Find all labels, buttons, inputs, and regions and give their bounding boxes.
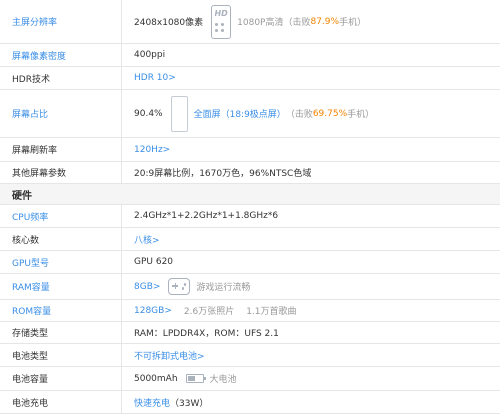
storage-value: RAM：LPDDR4X，ROM：UFS 2.1	[121, 322, 500, 343]
section-hardware: 硬件	[0, 184, 500, 205]
battery-capacity-label: 电池容量	[12, 375, 49, 385]
gpu-value: GPU 620	[121, 251, 500, 273]
battery-type-value[interactable]: 不可拆卸式电池>	[121, 344, 500, 366]
ram-note: 游戏运行流畅	[196, 283, 251, 293]
ratio-note-suffix: 手机）	[347, 110, 375, 120]
row-battery-capacity: 电池容量 5000mAh 大电池	[0, 367, 500, 391]
row-battery-type: 电池类型 不可拆卸式电池>	[0, 344, 500, 367]
resolution-note-prefix: 1080P高清（击败	[237, 18, 311, 28]
charging-value-cell: 快速充电 （33W）	[121, 391, 500, 413]
hdr-value[interactable]: HDR 10>	[121, 67, 500, 89]
row-refresh: 屏幕刷新率 120Hz>	[0, 138, 500, 162]
rom-value[interactable]: 128GB>	[134, 306, 172, 316]
refresh-value[interactable]: 120Hz>	[121, 138, 500, 161]
battery-capacity-note: 大电池	[209, 375, 237, 385]
row-cores: 核心数 八核>	[0, 228, 500, 251]
row-charging: 电池充电 快速充电 （33W）	[0, 391, 500, 414]
battery-icon	[185, 374, 206, 383]
resolution-note-suffix: 手机）	[339, 18, 367, 28]
row-screen-ratio: 屏幕占比 90.4% 全面屏（18:9极点屏） （击败 69.75% 手机）	[0, 90, 500, 138]
charging-value[interactable]: 快速充电	[134, 396, 170, 409]
storage-label: 存储类型	[12, 329, 49, 339]
row-rom: ROM容量 128GB> 2.6万张照片 1.1万首歌曲	[0, 300, 500, 322]
battery-capacity-value: 5000mAh	[134, 373, 178, 384]
hdr-label: HDR技术	[12, 74, 50, 85]
charging-value-suffix: （33W）	[170, 398, 209, 409]
row-cpu-freq: CPU频率 2.4GHz*1+2.2GHz*1+1.8GHz*6	[0, 205, 500, 228]
ram-value[interactable]: 8GB>	[134, 282, 160, 292]
gamepad-icon	[168, 278, 191, 295]
resolution-label[interactable]: 主屏分辨率	[0, 0, 121, 43]
rom-value-cell: 128GB> 2.6万张照片 1.1万首歌曲	[121, 300, 500, 321]
ram-value-cell: 8GB> 游戏运行流畅	[121, 274, 500, 299]
hd-icon-text: HD	[214, 8, 228, 18]
rom-note-songs: 1.1万首歌曲	[246, 307, 297, 317]
ratio-value-cell: 90.4% 全面屏（18:9极点屏） （击败 69.75% 手机）	[121, 90, 500, 137]
row-hdr: HDR技术 HDR 10>	[0, 67, 500, 90]
row-ram: RAM容量 8GB> 游戏运行流畅	[0, 274, 500, 300]
cores-label: 核心数	[12, 235, 40, 246]
row-storage-type: 存储类型 RAM：LPDDR4X，ROM：UFS 2.1	[0, 322, 500, 344]
resolution-value: 2408x1080像素	[134, 18, 204, 28]
cpu-freq-value: 2.4GHz*1+2.2GHz*1+1.8GHz*6	[121, 205, 500, 227]
other-label: 其他屏幕参数	[12, 169, 67, 179]
charging-label: 电池充电	[12, 398, 49, 409]
density-label[interactable]: 屏幕像素密度	[0, 44, 121, 66]
fullscreen-phone-icon	[170, 95, 188, 132]
other-value: 20:9屏幕比例，1670万色，96%NTSC色域	[121, 162, 500, 183]
resolution-value-cell: 2408x1080像素 HD 1080P高清（击败 87.9% 手机）	[121, 0, 500, 43]
resolution-note-percent: 87.9%	[310, 16, 340, 27]
ratio-note-link[interactable]: 全面屏（18:9极点屏）	[194, 107, 286, 120]
hd-phone-icon: HD	[211, 4, 232, 39]
ram-label[interactable]: RAM容量	[0, 274, 121, 299]
row-gpu: GPU型号 GPU 620	[0, 251, 500, 274]
row-resolution: 主屏分辨率 2408x1080像素 HD 1080P高清（击败 87.9% 手机）	[0, 0, 500, 44]
gpu-label[interactable]: GPU型号	[0, 251, 121, 273]
ratio-note-percent: 69.75%	[312, 108, 348, 119]
refresh-label: 屏幕刷新率	[12, 146, 58, 156]
row-other-params: 其他屏幕参数 20:9屏幕比例，1670万色，96%NTSC色域	[0, 162, 500, 184]
row-density: 屏幕像素密度 400ppi	[0, 44, 500, 67]
rom-label[interactable]: ROM容量	[0, 300, 121, 321]
battery-type-label: 电池类型	[12, 351, 49, 362]
spec-table: 主屏分辨率 2408x1080像素 HD 1080P高清（击败 87.9% 手机） …	[0, 0, 500, 414]
battery-capacity-cell: 5000mAh 大电池	[121, 367, 500, 390]
cores-value[interactable]: 八核>	[121, 228, 500, 250]
ratio-note-prefix: （击败	[285, 110, 313, 120]
cpu-freq-label[interactable]: CPU频率	[0, 205, 121, 227]
ratio-value: 90.4%	[134, 108, 163, 119]
ratio-label[interactable]: 屏幕占比	[0, 90, 121, 137]
rom-note-photos: 2.6万张照片	[183, 307, 235, 317]
density-value: 400ppi	[121, 44, 500, 66]
